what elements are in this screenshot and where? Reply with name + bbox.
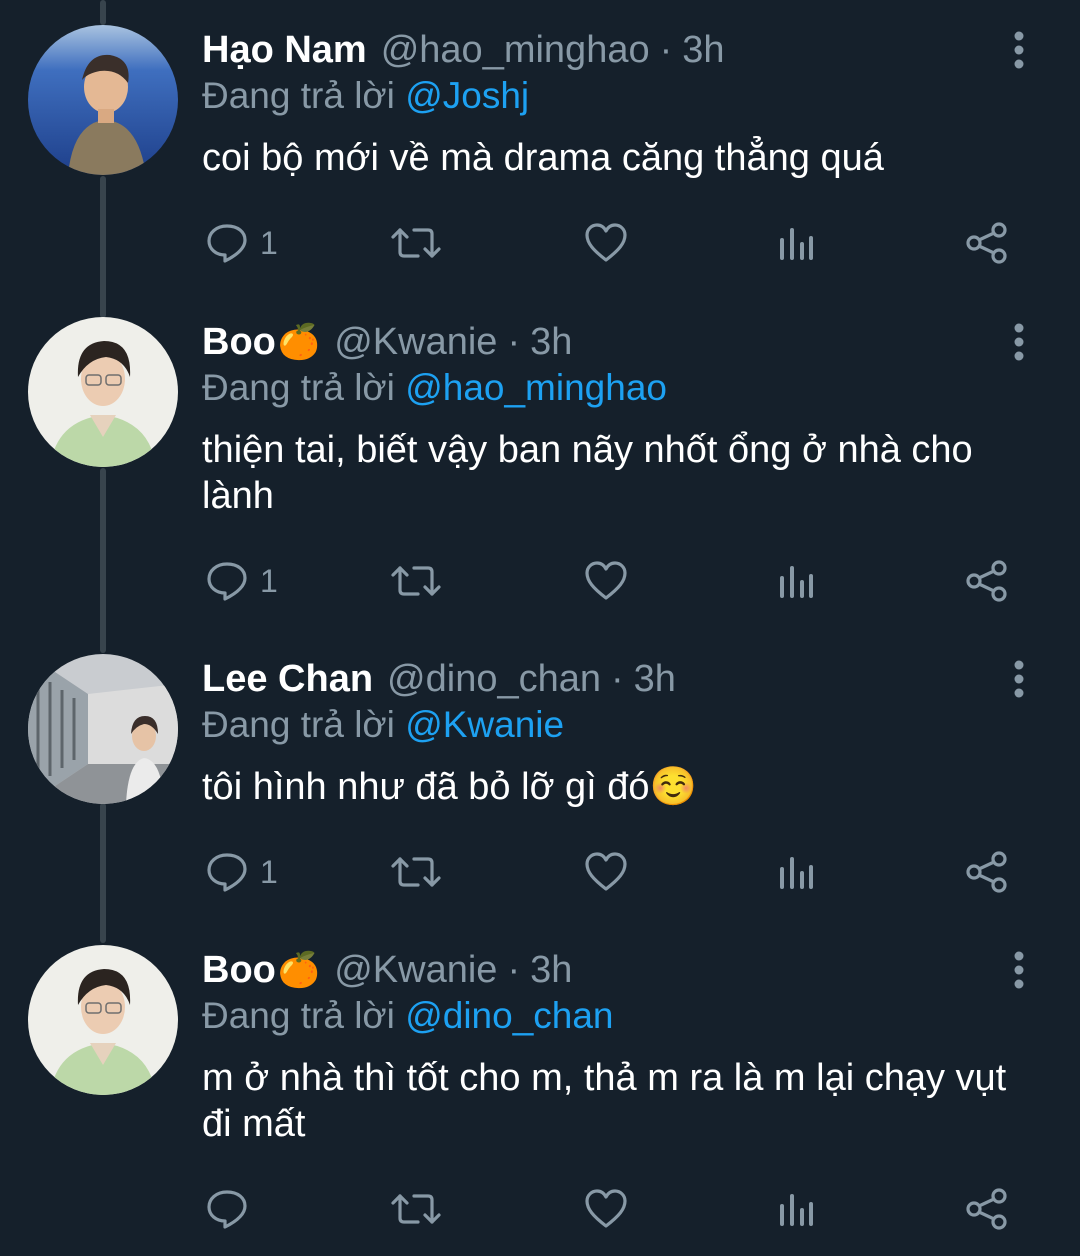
- share-icon: [964, 220, 1010, 266]
- share-button[interactable]: [964, 847, 1010, 897]
- separator-dot: ·: [659, 28, 673, 71]
- tweet-text: coi bộ mới về mà drama căng thẳng quá: [202, 137, 884, 179]
- reply-icon: [204, 220, 250, 266]
- mention-link[interactable]: @Kwanie: [405, 704, 564, 745]
- avatar[interactable]: [28, 317, 178, 467]
- replying-to: Đang trả lời @Kwanie: [202, 704, 564, 746]
- retweet-icon: [390, 1186, 442, 1232]
- replying-prefix: Đang trả lời: [202, 367, 395, 408]
- display-name[interactable]: Boo: [202, 321, 276, 364]
- like-icon: [583, 220, 629, 266]
- reply-button[interactable]: [204, 1184, 260, 1234]
- like-icon: [583, 1186, 629, 1232]
- more-options-icon[interactable]: [1006, 945, 1032, 995]
- mention-link[interactable]: @dino_chan: [405, 995, 613, 1036]
- share-button[interactable]: [964, 556, 1010, 606]
- replying-to: Đang trả lời @dino_chan: [202, 995, 614, 1037]
- separator-dot: ·: [507, 948, 521, 991]
- reply-icon: [204, 558, 250, 604]
- share-icon: [964, 849, 1010, 895]
- user-handle[interactable]: @dino_chan: [387, 658, 601, 701]
- replying-prefix: Đang trả lời: [202, 995, 395, 1036]
- tweet-text: tôi hình như đã bỏ lỡ gì đó☺️: [202, 766, 697, 808]
- retweet-button[interactable]: [390, 218, 442, 268]
- avatar[interactable]: [28, 25, 178, 175]
- timestamp[interactable]: 3h: [530, 321, 572, 364]
- share-button[interactable]: [964, 1184, 1010, 1234]
- like-icon: [583, 558, 629, 604]
- like-icon: [583, 849, 629, 895]
- reply-button[interactable]: 1: [204, 218, 278, 268]
- timestamp[interactable]: 3h: [682, 29, 724, 72]
- user-handle[interactable]: @Kwanie: [334, 321, 497, 364]
- reply-button[interactable]: 1: [204, 847, 278, 897]
- tweet-text: thiện tai, biết vậy ban nãy nhốt ổng ở n…: [202, 429, 973, 517]
- reply-count: 1: [260, 224, 278, 261]
- replying-to: Đang trả lời @hao_minghao: [202, 367, 667, 409]
- analytics-button[interactable]: [776, 1184, 816, 1234]
- analytics-icon: [776, 1186, 816, 1232]
- like-button[interactable]: [583, 847, 629, 897]
- thread-line: [100, 0, 106, 25]
- mention-link[interactable]: @Joshj: [405, 75, 529, 116]
- replying-prefix: Đang trả lời: [202, 75, 395, 116]
- name-emoji: 🍊: [277, 951, 321, 989]
- retweet-icon: [390, 849, 442, 895]
- retweet-button[interactable]: [390, 556, 442, 606]
- retweet-button[interactable]: [390, 847, 442, 897]
- like-button[interactable]: [583, 1184, 629, 1234]
- like-button[interactable]: [583, 218, 629, 268]
- retweet-button[interactable]: [390, 1184, 442, 1234]
- display-name[interactable]: Hạo Nam: [202, 29, 367, 72]
- retweet-icon: [390, 220, 442, 266]
- action-bar: 1: [0, 218, 1080, 268]
- timestamp[interactable]: 3h: [530, 949, 572, 992]
- analytics-icon: [776, 220, 816, 266]
- user-handle[interactable]: @Kwanie: [334, 949, 497, 992]
- separator-dot: ·: [611, 657, 624, 700]
- name-emoji: 🍊: [277, 323, 321, 361]
- analytics-button[interactable]: [776, 847, 816, 897]
- display-name[interactable]: Lee Chan: [202, 658, 373, 701]
- tweet-text: m ở nhà thì tốt cho m, thả m ra là m lại…: [202, 1057, 1007, 1145]
- display-name[interactable]: Boo: [202, 949, 276, 992]
- analytics-icon: [776, 558, 816, 604]
- analytics-button[interactable]: [776, 556, 816, 606]
- more-options-icon[interactable]: [1006, 654, 1032, 704]
- like-button[interactable]: [583, 556, 629, 606]
- share-icon: [964, 1186, 1010, 1232]
- action-bar: 1: [0, 556, 1080, 606]
- more-options-icon[interactable]: [1006, 25, 1032, 75]
- reply-count: 1: [260, 562, 278, 599]
- action-bar: 1: [0, 847, 1080, 897]
- reply-icon: [204, 849, 250, 895]
- action-bar: [0, 1184, 1080, 1234]
- avatar[interactable]: [28, 945, 178, 1095]
- reply-button[interactable]: 1: [204, 556, 278, 606]
- analytics-icon: [776, 849, 816, 895]
- avatar[interactable]: [28, 654, 178, 804]
- reply-icon: [204, 1186, 250, 1232]
- mention-link[interactable]: @hao_minghao: [405, 367, 667, 408]
- analytics-button[interactable]: [776, 218, 816, 268]
- share-button[interactable]: [964, 218, 1010, 268]
- replying-to: Đang trả lời @Joshj: [202, 75, 529, 117]
- timestamp[interactable]: 3h: [634, 658, 676, 701]
- separator-dot: ·: [507, 320, 521, 363]
- retweet-icon: [390, 558, 442, 604]
- reply-count: 1: [260, 853, 278, 890]
- user-handle[interactable]: @hao_minghao: [381, 29, 650, 72]
- replying-prefix: Đang trả lời: [202, 704, 395, 745]
- more-options-icon[interactable]: [1006, 317, 1032, 367]
- share-icon: [964, 558, 1010, 604]
